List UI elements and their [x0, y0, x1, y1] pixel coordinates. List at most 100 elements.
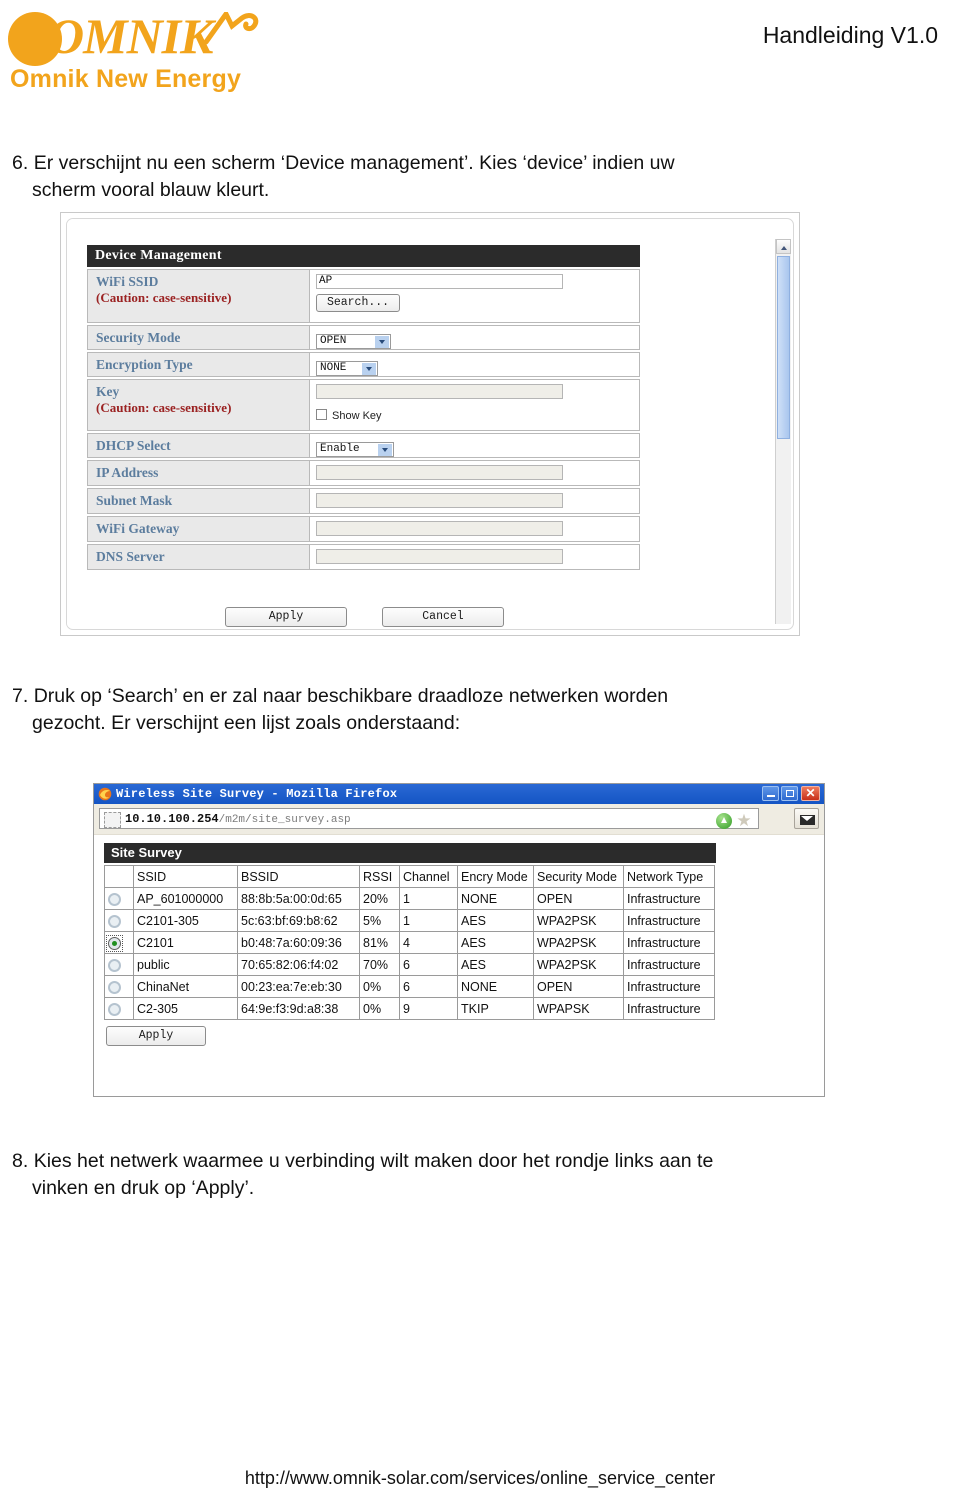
close-button[interactable]: ✕	[801, 786, 820, 801]
address-bar[interactable]: 10.10.100.254/m2m/site_survey.asp ★	[99, 808, 759, 830]
site-survey-apply-button[interactable]: Apply	[106, 1026, 206, 1046]
label-wifi-ssid: WiFi SSID (Caution: case-sensitive)	[88, 270, 310, 322]
row-select-cell[interactable]	[104, 887, 134, 910]
label-text: WiFi Gateway	[96, 521, 180, 536]
bookmark-star-icon[interactable]: ★	[735, 812, 753, 830]
document-version: Handleiding V1.0	[762, 22, 938, 48]
envelope-icon	[800, 815, 815, 825]
cell-rssi: 5%	[359, 909, 400, 932]
encryption-type-select[interactable]: NONE	[316, 361, 378, 376]
col-ssid: SSID	[133, 865, 238, 888]
wifi-ssid-input[interactable]: AP	[316, 274, 563, 289]
go-arrow-icon[interactable]	[716, 813, 732, 829]
col-security-mode: Security Mode	[533, 865, 624, 888]
cell-network-type: Infrastructure	[623, 909, 715, 932]
mail-button[interactable]	[794, 808, 819, 829]
site-survey-panel: Site Survey SSID BSSID RSSI Channel Encr…	[104, 843, 716, 1046]
network-radio-button[interactable]	[108, 980, 121, 994]
cell-bssid: 00:23:ea:7e:eb:30	[237, 975, 360, 998]
table-row[interactable]: C2101 b0:48:7a:60:09:36 81% 4 AES WPA2PS…	[104, 931, 715, 954]
label-dns-server: DNS Server	[88, 545, 310, 569]
cell-encry-mode: AES	[457, 953, 534, 976]
field-security-mode: OPEN	[310, 326, 639, 349]
show-key-row: Show Key	[316, 406, 639, 424]
form-row-wifi-gateway: WiFi Gateway	[87, 516, 640, 542]
show-key-checkbox[interactable]	[316, 409, 327, 420]
device-management-scrollbar[interactable]	[775, 239, 791, 624]
scroll-up-arrow-icon[interactable]	[776, 239, 791, 254]
step-7-line2: gezocht. Er verschijnt een lijst zoals o…	[32, 712, 461, 734]
cell-network-type: Infrastructure	[623, 953, 715, 976]
step-7-line1: Druk op ‘Search’ en er zal naar beschikb…	[33, 685, 669, 707]
label-security-mode: Security Mode	[88, 326, 310, 349]
scrollbar-thumb[interactable]	[777, 256, 790, 439]
cell-security-mode: WPA2PSK	[533, 953, 624, 976]
table-row[interactable]: ChinaNet 00:23:ea:7e:eb:30 0% 6 NONE OPE…	[104, 975, 715, 998]
address-bar-text: 10.10.100.254/m2m/site_survey.asp	[125, 811, 351, 829]
field-wifi-gateway	[310, 517, 639, 541]
table-row[interactable]: C2-305 64:9e:f3:9d:a8:38 0% 9 TKIP WPAPS…	[104, 997, 715, 1020]
site-survey-panel-title: Site Survey	[104, 843, 716, 863]
url-path: /m2m/site_survey.asp	[218, 814, 351, 826]
network-radio-button[interactable]	[108, 1002, 121, 1016]
firefox-icon	[98, 787, 112, 801]
maximize-button[interactable]	[781, 786, 798, 801]
page-header: OMNIK Omnik New Energy Handleiding V1.0	[0, 0, 960, 110]
form-row-security-mode: Security Mode OPEN	[87, 325, 640, 350]
field-encryption-type: NONE	[310, 353, 639, 376]
firefox-window-screenshot: Wireless Site Survey - Mozilla Firefox ✕…	[93, 783, 825, 1097]
minimize-button[interactable]	[762, 786, 779, 801]
cell-channel: 1	[399, 909, 458, 932]
chevron-down-icon	[362, 363, 376, 375]
firefox-content-area: Site Survey SSID BSSID RSSI Channel Encr…	[94, 834, 824, 1096]
field-key: Show Key	[310, 380, 639, 430]
firefox-titlebar: Wireless Site Survey - Mozilla Firefox ✕	[94, 784, 824, 804]
col-channel: Channel	[399, 865, 458, 888]
table-row[interactable]: C2101-305 5c:63:bf:69:b8:62 5% 1 AES WPA…	[104, 909, 715, 932]
device-cancel-button[interactable]: Cancel	[382, 607, 504, 627]
close-icon: ✕	[805, 786, 816, 800]
dns-server-input[interactable]	[316, 549, 563, 564]
cell-bssid: 88:8b:5a:00:0d:65	[237, 887, 360, 910]
label-text: DNS Server	[96, 549, 165, 564]
row-select-cell[interactable]	[104, 997, 134, 1020]
network-radio-button-selected[interactable]	[106, 934, 123, 952]
device-apply-button[interactable]: Apply	[225, 607, 347, 627]
cell-security-mode: WPA2PSK	[533, 931, 624, 954]
field-dns-server	[310, 545, 639, 569]
wifi-gateway-input[interactable]	[316, 521, 563, 536]
col-bssid: BSSID	[237, 865, 360, 888]
omnik-logo: OMNIK Omnik New Energy	[6, 6, 266, 102]
dhcp-select-select[interactable]: Enable	[316, 442, 394, 457]
device-management-window: Device Management WiFi SSID (Caution: ca…	[66, 218, 794, 630]
label-text: Encryption Type	[96, 357, 193, 372]
search-button[interactable]: Search...	[316, 294, 400, 312]
cell-encry-mode: AES	[457, 909, 534, 932]
row-select-cell[interactable]	[104, 931, 134, 954]
step-8-instruction: 8. Kies het netwerk waarmee u verbinding…	[12, 1148, 942, 1202]
table-row[interactable]: AP_601000000 88:8b:5a:00:0d:65 20% 1 NON…	[104, 887, 715, 910]
row-select-cell[interactable]	[104, 909, 134, 932]
cell-channel: 6	[399, 975, 458, 998]
cell-encry-mode: TKIP	[457, 997, 534, 1020]
network-radio-button[interactable]	[108, 958, 121, 972]
key-input[interactable]	[316, 384, 563, 399]
label-text: WiFi SSID	[96, 274, 159, 289]
cell-bssid: b0:48:7a:60:09:36	[237, 931, 360, 954]
form-row-wifi-ssid: WiFi SSID (Caution: case-sensitive) AP S…	[87, 269, 640, 323]
network-radio-button[interactable]	[108, 914, 121, 928]
dhcp-select-value: Enable	[320, 443, 360, 455]
cell-rssi: 70%	[359, 953, 400, 976]
cell-channel: 4	[399, 931, 458, 954]
row-select-cell[interactable]	[104, 975, 134, 998]
cell-security-mode: WPAPSK	[533, 997, 624, 1020]
table-row[interactable]: public 70:65:82:06:f4:02 70% 6 AES WPA2P…	[104, 953, 715, 976]
subnet-mask-input[interactable]	[316, 493, 563, 508]
col-select	[104, 865, 134, 888]
ip-address-input[interactable]	[316, 465, 563, 480]
security-mode-select[interactable]: OPEN	[316, 334, 391, 349]
row-select-cell[interactable]	[104, 953, 134, 976]
cell-ssid: ChinaNet	[133, 975, 238, 998]
step-7-instruction: 7. Druk op ‘Search’ en er zal naar besch…	[12, 683, 942, 737]
network-radio-button[interactable]	[108, 892, 121, 906]
